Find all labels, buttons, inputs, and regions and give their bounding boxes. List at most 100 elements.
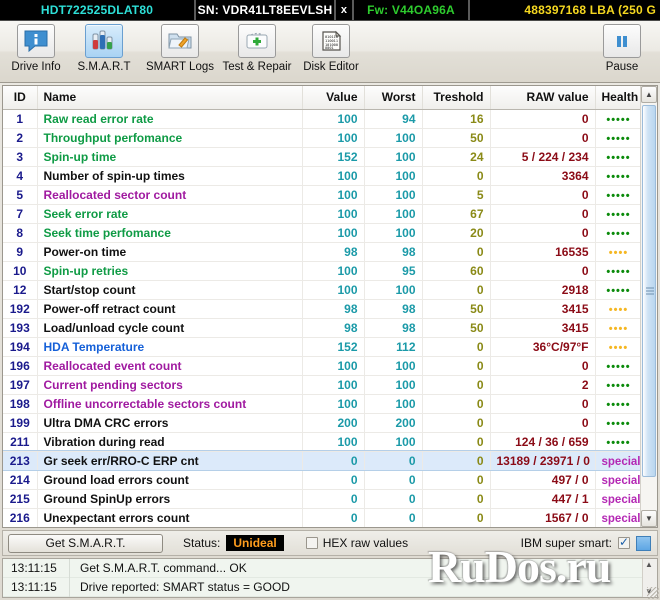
table-row[interactable]: 5 Reallocated sector count 100 100 5 0 ••••• [3,185,643,205]
test-repair-button[interactable]: Test & Repair [218,24,296,80]
cell-health: special [595,451,643,471]
health-indicator: ••••• [606,170,631,183]
cell-treshold: 50 [422,128,491,148]
table-row[interactable]: 216 Unexpectant errors count 0 0 0 1567 / 0 sp… [3,508,643,527]
table-row[interactable]: 7 Seek error rate 100 100 67 0 ••••• [3,204,643,224]
health-indicator: ••••• [606,189,631,202]
smart-button[interactable]: S.M.A.R.T [72,24,136,80]
resize-grip-icon[interactable] [647,587,659,599]
cell-name: Power-on time [37,242,303,262]
column-header-worst[interactable]: Worst [364,86,423,110]
ibm-super-smart-checkbox[interactable] [618,535,630,549]
cell-value: 100 [302,185,365,205]
cell-id: 8 [3,223,38,243]
table-row[interactable]: 9 Power-on time 98 98 0 16535 •••• [3,242,643,262]
table-row[interactable]: 213 Gr seek err/RRO-C ERP cnt 0 0 0 13189 / 2… [3,450,643,471]
cell-treshold: 50 [422,318,491,338]
scroll-up-icon[interactable]: ▲ [641,86,657,103]
cell-name: Ground load errors count [37,470,303,490]
table-row[interactable]: 196 Reallocated event count 100 100 0 0 ••••• [3,356,643,376]
table-row[interactable]: 192 Power-off retract count 98 98 50 3415 •••• [3,299,643,319]
cell-name: Reallocated event count [37,356,303,376]
color-swatch[interactable] [636,535,651,551]
column-header-value[interactable]: Value [302,86,365,110]
drive-info-button[interactable]: Drive Info [4,24,68,80]
cell-raw: 16535 [490,242,596,262]
cell-raw: 0 [490,204,596,224]
cell-raw: 0 [490,223,596,243]
cell-worst: 0 [364,451,423,471]
disk-editor-label: Disk Editor [303,61,359,73]
scroll-down-icon[interactable]: ▼ [641,510,657,527]
cell-worst: 100 [364,356,423,376]
table-row[interactable]: 194 HDA Temperature 152 112 0 36°C/97°F •••• [3,337,643,357]
cell-id: 2 [3,128,38,148]
close-x-button[interactable]: x [336,0,354,20]
log-scroll-up-icon[interactable]: ▲ [645,560,653,569]
drive-info-label: Drive Info [11,61,61,73]
pause-button[interactable]: Pause [592,24,652,80]
column-header-health[interactable]: Health [595,86,643,110]
log-time: 13:11:15 [11,580,57,594]
table-row[interactable]: 12 Start/stop count 100 100 0 2918 ••••• [3,280,643,300]
table-row[interactable]: 211 Vibration during read 100 100 0 124 / 36 … [3,432,643,452]
table-row[interactable]: 214 Ground load errors count 0 0 0 497 / 0 spe… [3,470,643,490]
cell-treshold: 5 [422,185,491,205]
table-row[interactable]: 193 Load/unload cycle count 98 98 50 3415 •••• [3,318,643,338]
cell-raw: 13189 / 23971 / 0 [490,451,596,471]
column-header-id[interactable]: ID [3,86,38,110]
log-pane: 13:11:15 Get S.M.A.R.T. command... OK 13:1… [2,558,658,598]
table-row[interactable]: 10 Spin-up retries 100 95 60 0 ••••• [3,261,643,281]
table-row[interactable]: 8 Seek time perfomance 100 100 20 0 ••••• [3,223,643,243]
table-row[interactable]: 198 Offline uncorrectable sectors count 10… [3,394,643,414]
cell-worst: 95 [364,261,423,281]
cell-treshold: 50 [422,299,491,319]
cell-id: 196 [3,356,38,376]
health-indicator: ••••• [606,379,631,392]
table-row[interactable]: 1 Raw read error rate 100 94 16 0 ••••• [3,109,643,129]
cell-name: Seek error rate [37,204,303,224]
column-header-raw[interactable]: RAW value [490,86,596,110]
status-badge: Unideal [226,535,284,551]
table-row[interactable]: 4 Number of spin-up times 100 100 0 3364 ••••• [3,166,643,186]
cell-health: ••••• [595,356,643,376]
table-row[interactable]: 199 Ultra DMA CRC errors 200 200 0 0 ••••• [3,413,643,433]
cell-value: 0 [302,451,365,471]
info-balloon-icon [17,24,55,58]
cell-treshold: 20 [422,223,491,243]
ibm-super-smart-option[interactable]: IBM super smart: [521,535,651,551]
cell-value: 100 [302,432,365,452]
table-row[interactable]: 3 Spin-up time 152 100 24 5 / 224 / 234 ••••• [3,147,643,167]
status-label: Status: [183,536,221,550]
table-row[interactable]: 197 Current pending sectors 100 100 0 2 ••••• [3,375,643,395]
cell-health: special [595,489,643,509]
cell-raw: 3415 [490,318,596,338]
cell-id: 12 [3,280,38,300]
table-row[interactable]: 217Unlock/Mis read count00039228 / 98 / … [3,527,642,528]
scrollbar-grip-icon [646,287,654,295]
cell-treshold: 60 [422,261,491,281]
disk-editor-button[interactable]: 010110 110011 101000 0001 Disk Editor [296,24,366,80]
cell-treshold: 0 [422,356,491,376]
smart-logs-button[interactable]: SMART Logs [144,24,216,80]
cell-treshold: 0 [422,489,491,509]
get-smart-button[interactable]: Get S.M.A.R.T. [8,533,163,553]
cell-health: special [595,508,643,527]
column-header-name[interactable]: Name [37,86,303,110]
cell-id: 199 [3,413,38,433]
cell-id: 4 [3,166,38,186]
hex-raw-values-label: HEX raw values [322,536,409,550]
column-header-treshold[interactable]: Treshold [422,86,491,110]
cell-id: 10 [3,261,38,281]
cell-id: 193 [3,318,38,338]
hex-raw-values-checkbox[interactable] [305,537,318,549]
cell-value: 100 [302,223,365,243]
table-vertical-scrollbar[interactable]: ▲ ▼ [640,86,657,527]
health-indicator: ••••• [606,284,631,297]
scrollbar-thumb[interactable] [642,105,656,477]
table-row[interactable]: 2 Throughput perfomance 100 100 50 0 ••••• [3,128,643,148]
hex-raw-values-option[interactable]: HEX raw values [305,536,409,550]
health-indicator: ••••• [606,151,631,164]
cell-health: ••••• [595,147,643,167]
table-row[interactable]: 215 Ground SpinUp errors 0 0 0 447 / 1 special [3,489,643,509]
